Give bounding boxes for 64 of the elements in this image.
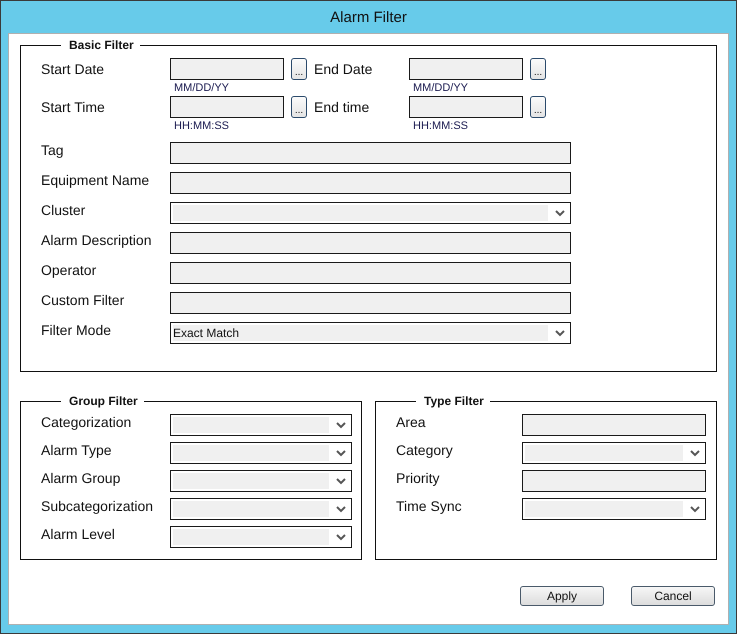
field-label: Cluster bbox=[41, 202, 86, 218]
field-label: Alarm Type bbox=[41, 442, 113, 458]
dropdown[interactable] bbox=[522, 498, 706, 520]
input-field[interactable] bbox=[170, 58, 284, 80]
format-hint: HH:MM:SS bbox=[413, 120, 469, 134]
field-label: End Date bbox=[314, 60, 374, 77]
input-field[interactable] bbox=[170, 96, 284, 118]
input-field[interactable] bbox=[170, 172, 571, 194]
field-label: Time Sync bbox=[396, 498, 463, 514]
dropdown-value: Exact Match bbox=[173, 326, 240, 340]
dropdown[interactable] bbox=[170, 498, 352, 520]
field-label: Start Time bbox=[41, 98, 106, 115]
format-hint: HH:MM:SS bbox=[174, 120, 230, 134]
field-label: Subcategorization bbox=[41, 498, 154, 514]
browse-button[interactable]: ... bbox=[291, 96, 307, 118]
window-title: Alarm Filter bbox=[330, 8, 407, 26]
input-field[interactable] bbox=[409, 96, 523, 118]
chevron-down-icon bbox=[335, 505, 347, 513]
chevron-down-icon bbox=[689, 449, 701, 457]
chevron-down-icon bbox=[335, 477, 347, 485]
dialog-button[interactable]: Apply bbox=[520, 586, 604, 606]
dropdown[interactable] bbox=[170, 470, 352, 492]
input-field[interactable] bbox=[170, 142, 571, 164]
dropdown[interactable]: Exact Match bbox=[170, 322, 571, 344]
dropdown[interactable] bbox=[170, 526, 352, 548]
browse-button[interactable]: ... bbox=[530, 96, 546, 118]
chevron-down-icon bbox=[554, 209, 566, 217]
field-label: Alarm Group bbox=[41, 470, 122, 486]
input-field[interactable] bbox=[170, 292, 571, 314]
input-field[interactable] bbox=[170, 232, 571, 254]
field-label: Tag bbox=[41, 142, 65, 158]
chevron-down-icon bbox=[554, 329, 566, 337]
field-label: Equipment Name bbox=[41, 172, 150, 188]
dropdown[interactable] bbox=[170, 414, 352, 436]
field-label: Alarm Level bbox=[41, 526, 116, 542]
field-label: Custom Filter bbox=[41, 292, 126, 308]
field-label: End time bbox=[314, 98, 370, 115]
chevron-down-icon bbox=[689, 505, 701, 513]
input-field[interactable] bbox=[522, 414, 706, 436]
field-label: Priority bbox=[396, 470, 441, 486]
browse-button[interactable]: ... bbox=[530, 58, 546, 80]
dropdown[interactable] bbox=[522, 442, 706, 464]
field-label: Categorization bbox=[41, 414, 132, 430]
dropdown[interactable] bbox=[170, 202, 571, 224]
chevron-down-icon bbox=[335, 533, 347, 541]
field-label: Alarm Description bbox=[41, 232, 152, 248]
format-hint: MM/DD/YY bbox=[174, 82, 230, 96]
section-title: Group Filter bbox=[68, 394, 139, 408]
section-title: Type Filter bbox=[423, 394, 485, 408]
input-field[interactable] bbox=[522, 470, 706, 492]
field-label: Area bbox=[396, 414, 427, 430]
dialog-button[interactable]: Cancel bbox=[631, 586, 715, 606]
field-label: Category bbox=[396, 442, 454, 458]
browse-button[interactable]: ... bbox=[291, 58, 307, 80]
field-label: Start Date bbox=[41, 60, 106, 77]
field-label: Filter Mode bbox=[41, 322, 112, 338]
input-field[interactable] bbox=[170, 262, 571, 284]
field-label: Operator bbox=[41, 262, 98, 278]
dropdown[interactable] bbox=[170, 442, 352, 464]
section-title: Basic Filter bbox=[68, 38, 135, 52]
format-hint: MM/DD/YY bbox=[413, 82, 469, 96]
chevron-down-icon bbox=[335, 421, 347, 429]
chevron-down-icon bbox=[335, 449, 347, 457]
input-field[interactable] bbox=[409, 58, 523, 80]
